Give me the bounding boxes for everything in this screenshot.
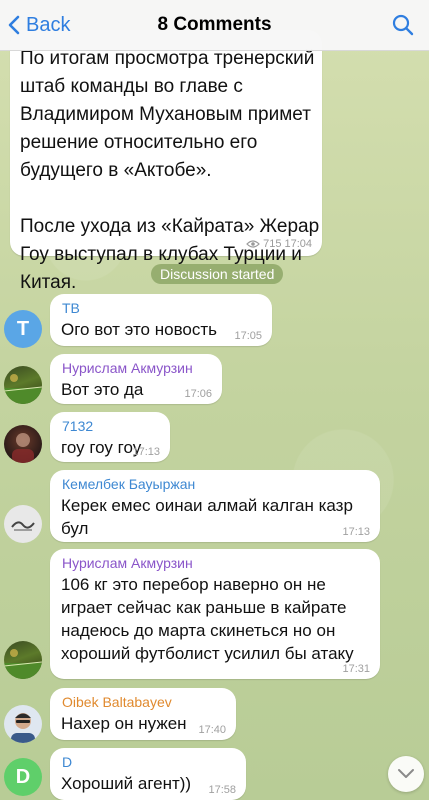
comment-time: 17:13 (342, 526, 370, 538)
avatar[interactable] (4, 705, 42, 743)
comment-bubble[interactable]: Oibek Baltabayev Нахер он нужен 17:40 (50, 688, 236, 740)
comment-text: Хороший агент)) (61, 774, 192, 793)
post-text: По итогам просмотра тренерский штаб кома… (20, 48, 320, 293)
user-photo-icon (11, 713, 35, 743)
comment-bubble[interactable]: Нурислам Акмурзин 106 кг это перебор нав… (50, 549, 380, 679)
comment-author[interactable]: ТВ (62, 300, 80, 316)
comment-text-line: надеюсь до марта скинеться но он (61, 621, 336, 640)
user-photo-icon (12, 433, 34, 463)
chevron-down-icon (398, 769, 414, 778)
post-meta: 715 17:04 (246, 238, 312, 250)
scroll-to-bottom-button[interactable] (388, 756, 424, 792)
comment-text: Вот это да (61, 380, 144, 399)
navigation-bar: Back 8 Comments (0, 0, 429, 51)
comment-text: Нахер он нужен (61, 714, 187, 733)
comment-bubble[interactable]: 7132 гоу гоу гоу 17:13 (50, 412, 170, 462)
comment-author[interactable]: Oibek Baltabayev (62, 694, 172, 710)
comment-text: Керек емес оинаи алмай калган казр бул (61, 494, 353, 540)
comment-time: 17:58 (208, 784, 236, 796)
page-title: 8 Comments (157, 14, 272, 35)
arabic-calligraphy-logo-icon (11, 521, 35, 531)
comment-author[interactable]: Нурислам Акмурзин (62, 555, 193, 571)
comment-author[interactable]: Кемелбек Бауыржан (62, 476, 195, 492)
search-icon (392, 14, 414, 36)
comment-time: 17:06 (184, 388, 212, 400)
eye-icon (246, 240, 260, 248)
avatar-letter: T (16, 317, 30, 340)
comment-text-line: Керек емес оинаи алмай калган казр (61, 496, 353, 515)
post-time: 17:04 (284, 238, 312, 250)
search-button[interactable] (391, 13, 415, 42)
comment-time: 17:13 (132, 446, 160, 458)
comment-text-line: хороший футболист усилил бы атаку (61, 644, 354, 663)
comment-text: Ого вот это новость (61, 320, 218, 339)
comment-bubble[interactable]: Кемелбек Бауыржан Керек емес оинаи алмай… (50, 470, 380, 542)
comment-text-line: 106 кг это перебор наверно он не (61, 575, 326, 594)
comment-bubble[interactable]: D Хороший агент)) 17:58 (50, 748, 246, 800)
comment-author[interactable]: D (62, 754, 72, 770)
comment-text: 106 кг это перебор наверно он не играет … (61, 573, 354, 665)
comment-time: 17:40 (198, 724, 226, 736)
avatar-letter: D (15, 765, 31, 788)
avatar[interactable] (4, 366, 42, 404)
avatar[interactable]: D (4, 758, 42, 796)
avatar[interactable] (4, 425, 42, 463)
post-views: 715 (263, 238, 282, 250)
football-field-photo-icon (4, 649, 42, 679)
comment-author[interactable]: Нурислам Акмурзин (62, 360, 193, 376)
comment-time: 17:31 (342, 663, 370, 675)
comment-text-line: играет сейчас как раньше в кайрате (61, 598, 347, 617)
comment-time: 17:05 (234, 330, 262, 342)
comment-author[interactable]: 7132 (62, 418, 93, 434)
avatar[interactable] (4, 505, 42, 543)
comment-bubble[interactable]: ТВ Ого вот это новость 17:05 (50, 294, 272, 346)
football-field-photo-icon (4, 374, 42, 404)
comment-text: гоу гоу гоу (61, 438, 142, 457)
comment-text-line: бул (61, 519, 89, 538)
avatar[interactable]: T (4, 310, 42, 348)
comment-bubble[interactable]: Нурислам Акмурзин Вот это да 17:06 (50, 354, 222, 404)
channel-post-bubble[interactable]: По итогам просмотра тренерский штаб кома… (10, 30, 322, 293)
avatar[interactable] (4, 641, 42, 679)
